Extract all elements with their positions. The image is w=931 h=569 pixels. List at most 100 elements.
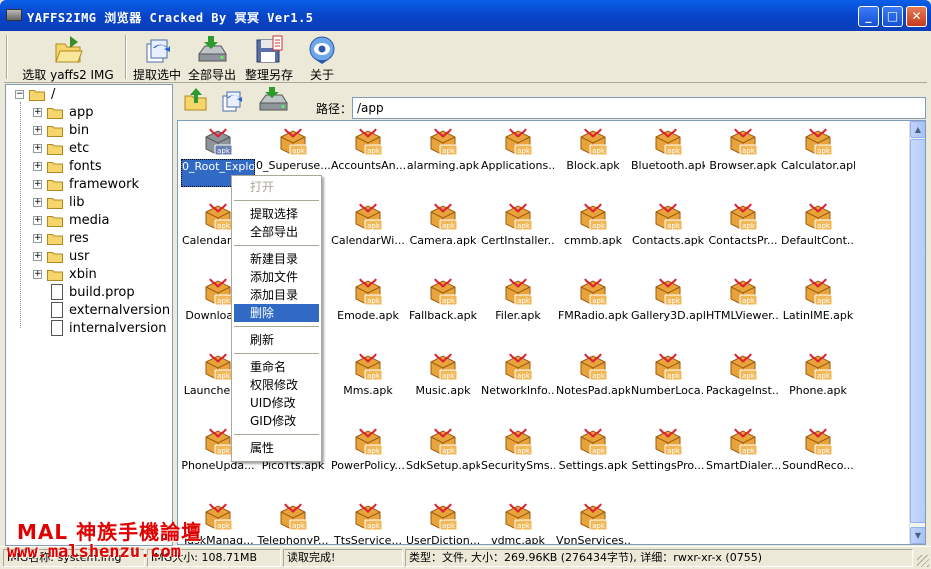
- save-as-button[interactable]: 整理另存: [242, 31, 296, 83]
- file-item[interactable]: apk FMRadio.apk: [556, 271, 630, 343]
- folder-icon: [47, 198, 63, 209]
- file-item[interactable]: apk NotesPad.apk: [556, 346, 630, 418]
- file-item[interactable]: apk SmartDialer....: [706, 421, 780, 493]
- maximize-button[interactable]: □: [882, 6, 903, 27]
- scroll-down-icon[interactable]: ▼: [910, 527, 925, 544]
- menu-extract-selection[interactable]: 提取选择: [234, 205, 319, 223]
- file-item[interactable]: apk Gallery3D.apk: [631, 271, 705, 343]
- file-item[interactable]: apk LatinIME.apk: [781, 271, 855, 343]
- expand-icon[interactable]: +: [33, 270, 42, 279]
- file-item[interactable]: apk Filer.apk: [481, 271, 555, 343]
- apk-icon: apk: [580, 203, 608, 231]
- drive-icon[interactable]: [257, 87, 289, 115]
- file-item[interactable]: apk VpnServices...: [556, 496, 630, 544]
- file-item[interactable]: apk Phone.apk: [781, 346, 855, 418]
- expand-icon[interactable]: −: [15, 90, 24, 99]
- file-item[interactable]: apk Calculator.apk: [781, 121, 855, 193]
- file-item[interactable]: apk Browser.apk: [706, 121, 780, 193]
- svg-text:apk: apk: [592, 222, 606, 230]
- file-item[interactable]: apk Applications....: [481, 121, 555, 193]
- expand-icon[interactable]: +: [33, 234, 42, 243]
- svg-text:apk: apk: [742, 222, 756, 230]
- file-item[interactable]: apk Block.apk: [556, 121, 630, 193]
- menu-permissions[interactable]: 权限修改: [234, 376, 319, 394]
- file-item[interactable]: apk AccountsAn...: [331, 121, 405, 193]
- file-item[interactable]: apk TelephonyP...: [256, 496, 330, 544]
- file-item[interactable]: apk CertInstaller....: [481, 196, 555, 268]
- file-item[interactable]: apk SecuritySms...: [481, 421, 555, 493]
- file-item[interactable]: apk SdkSetup.apk: [406, 421, 480, 493]
- expand-icon[interactable]: +: [33, 198, 42, 207]
- resize-grip[interactable]: [917, 555, 929, 567]
- file-item[interactable]: apk Mms.apk: [331, 346, 405, 418]
- expand-icon[interactable]: +: [33, 216, 42, 225]
- tree-item-label: lib: [69, 195, 85, 210]
- expand-icon[interactable]: +: [33, 180, 42, 189]
- expand-icon[interactable]: +: [33, 144, 42, 153]
- menu-open[interactable]: 打开: [234, 178, 319, 196]
- apk-icon: apk: [430, 128, 458, 156]
- file-item[interactable]: apk Fallback.apk: [406, 271, 480, 343]
- menu-delete[interactable]: 删除: [234, 304, 319, 322]
- folder-tree[interactable]: − / + app + bin + etc + fonts + framework + lib + media…: [5, 84, 173, 546]
- refresh-icon[interactable]: [219, 87, 245, 113]
- apk-icon: apk: [805, 203, 833, 231]
- select-img-label: 选取 yaffs2 IMG: [22, 68, 114, 82]
- file-item[interactable]: apk vdmc.apk: [481, 496, 555, 544]
- path-toolbar: 路径： /app: [177, 84, 926, 119]
- file-item[interactable]: apk NetworkInfo...: [481, 346, 555, 418]
- apk-icon: apk: [205, 503, 233, 531]
- expand-icon[interactable]: +: [33, 162, 42, 171]
- title-bar[interactable]: YAFFS2IMG 浏览器 Cracked By 冥冥 Ver1.5 _ □ ✕: [0, 0, 931, 31]
- select-img-button[interactable]: 选取 yaffs2 IMG: [12, 31, 124, 83]
- menu-refresh[interactable]: 刷新: [234, 331, 319, 349]
- file-item[interactable]: apk Bluetooth.apk: [631, 121, 705, 193]
- file-item[interactable]: apk Music.apk: [406, 346, 480, 418]
- close-button[interactable]: ✕: [906, 6, 927, 27]
- file-item[interactable]: apk Contacts.apk: [631, 196, 705, 268]
- file-item[interactable]: apk NumberLoca...: [631, 346, 705, 418]
- folder-icon: [47, 216, 63, 227]
- file-item[interactable]: apk Emode.apk: [331, 271, 405, 343]
- menu-new-folder[interactable]: 新建目录: [234, 250, 319, 268]
- menu-uid[interactable]: UID修改: [234, 394, 319, 412]
- file-item[interactable]: apk cmmb.apk: [556, 196, 630, 268]
- file-item[interactable]: apk UserDiction...: [406, 496, 480, 544]
- menu-gid[interactable]: GID修改: [234, 412, 319, 430]
- file-name: PowerPolicy....: [331, 459, 405, 472]
- up-folder-icon[interactable]: [183, 87, 209, 113]
- minimize-button[interactable]: _: [858, 6, 879, 27]
- scroll-up-icon[interactable]: ▲: [910, 121, 925, 138]
- folder-icon: [47, 252, 63, 263]
- apk-icon: apk: [805, 278, 833, 306]
- file-item[interactable]: apk SoundReco...: [781, 421, 855, 493]
- menu-add-folder[interactable]: 添加目录: [234, 286, 319, 304]
- path-input[interactable]: /app: [352, 97, 926, 119]
- menu-export-all[interactable]: 全部导出: [234, 223, 319, 241]
- file-item[interactable]: apk DefaultCont...: [781, 196, 855, 268]
- vertical-scrollbar[interactable]: ▲ ▼: [909, 121, 925, 544]
- apk-icon: apk: [205, 128, 233, 156]
- file-item[interactable]: apk Settings.apk: [556, 421, 630, 493]
- file-item[interactable]: apk HTMLViewer...: [706, 271, 780, 343]
- file-item[interactable]: apk CalendarWi...: [331, 196, 405, 268]
- file-name: Applications....: [481, 159, 555, 172]
- about-button[interactable]: 关于: [302, 31, 342, 83]
- expand-icon[interactable]: +: [33, 126, 42, 135]
- file-item[interactable]: apk alarming.apk: [406, 121, 480, 193]
- file-item[interactable]: apk PackageInst...: [706, 346, 780, 418]
- file-item[interactable]: apk ContactsPr...: [706, 196, 780, 268]
- file-item[interactable]: apk Camera.apk: [406, 196, 480, 268]
- expand-icon[interactable]: +: [33, 252, 42, 261]
- file-item[interactable]: apk PowerPolicy....: [331, 421, 405, 493]
- file-name: SmartDialer....: [706, 459, 780, 472]
- scrollbar-thumb[interactable]: [910, 139, 925, 523]
- menu-properties[interactable]: 属性: [234, 439, 319, 457]
- file-item[interactable]: apk TtsService...: [331, 496, 405, 544]
- file-item[interactable]: apk SettingsPro...: [631, 421, 705, 493]
- menu-add-file[interactable]: 添加文件: [234, 268, 319, 286]
- extract-selected-button[interactable]: 提取选中: [132, 31, 182, 83]
- expand-icon[interactable]: +: [33, 108, 42, 117]
- export-all-button[interactable]: 全部导出: [186, 31, 238, 83]
- menu-rename[interactable]: 重命名: [234, 358, 319, 376]
